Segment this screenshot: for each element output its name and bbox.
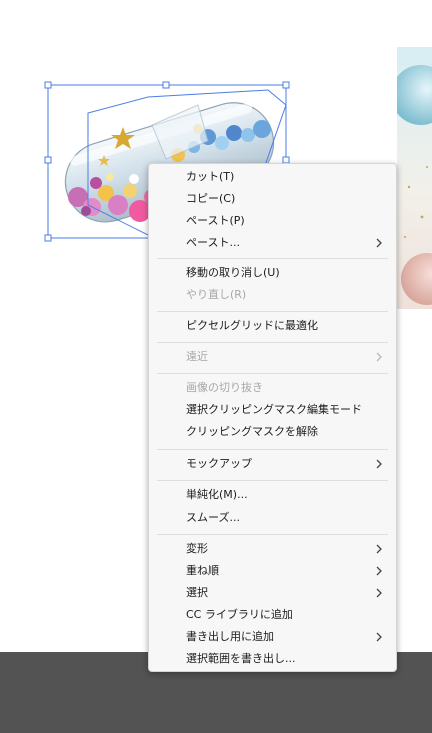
- menu-separator: [157, 449, 388, 450]
- menu-item-undo-move[interactable]: 移動の取り消し(U): [149, 262, 396, 284]
- resize-handle-top[interactable]: [162, 81, 170, 89]
- resize-handle-left[interactable]: [44, 156, 52, 164]
- menu-item-export-selection[interactable]: 選択範囲を書き出し...: [149, 648, 396, 670]
- menu-item-add-to-export[interactable]: 書き出し用に追加: [149, 626, 396, 648]
- menu-item-paste-submenu[interactable]: ペースト...: [149, 232, 396, 254]
- menu-item-select[interactable]: 選択: [149, 582, 396, 604]
- menu-item-label: ペースト(P): [186, 214, 245, 227]
- menu-item-perspective: 遠近: [149, 346, 396, 368]
- chevron-right-icon: [376, 459, 382, 469]
- menu-item-edit-clipping-mask[interactable]: 選択クリッピングマスク編集モード: [149, 399, 396, 421]
- menu-item-label: モックアップ: [186, 457, 252, 470]
- resize-handle-top-left[interactable]: [44, 81, 52, 89]
- menu-item-redo: やり直し(R): [149, 284, 396, 306]
- chevron-right-icon: [376, 632, 382, 642]
- menu-item-label: カット(T): [186, 170, 235, 183]
- menu-item-cut[interactable]: カット(T): [149, 166, 396, 188]
- menu-item-label: 画像の切り抜き: [186, 381, 263, 394]
- menu-item-simplify[interactable]: 単純化(M)...: [149, 484, 396, 506]
- menu-item-label: 単純化(M)...: [186, 488, 248, 501]
- menu-separator: [157, 373, 388, 374]
- menu-item-label: 変形: [186, 542, 208, 555]
- resize-handle-bottom-left[interactable]: [44, 234, 52, 242]
- menu-separator: [157, 534, 388, 535]
- chevron-right-icon: [376, 588, 382, 598]
- menu-item-label: 選択範囲を書き出し...: [186, 652, 296, 665]
- menu-item-label: クリッピングマスクを解除: [186, 425, 318, 438]
- menu-item-label: 重ね順: [186, 564, 219, 577]
- menu-item-label: CC ライブラリに追加: [186, 608, 293, 621]
- chevron-right-icon: [376, 566, 382, 576]
- menu-item-copy[interactable]: コピー(C): [149, 188, 396, 210]
- menu-item-label: 選択: [186, 586, 208, 599]
- resize-handle-top-right[interactable]: [282, 81, 290, 89]
- menu-item-crop-image: 画像の切り抜き: [149, 377, 396, 399]
- menu-item-label: 書き出し用に追加: [186, 630, 274, 643]
- menu-item-label: ピクセルグリッドに最適化: [186, 319, 318, 332]
- menu-separator: [157, 258, 388, 259]
- chevron-right-icon: [376, 352, 382, 362]
- chevron-right-icon: [376, 544, 382, 554]
- menu-item-smooth[interactable]: スムーズ...: [149, 507, 396, 529]
- menu-item-add-to-cc-libraries[interactable]: CC ライブラリに追加: [149, 604, 396, 626]
- menu-item-label: やり直し(R): [186, 288, 247, 301]
- menu-item-label: スムーズ...: [186, 511, 240, 524]
- menu-item-arrange[interactable]: 重ね順: [149, 560, 396, 582]
- menu-item-paste[interactable]: ペースト(P): [149, 210, 396, 232]
- chevron-right-icon: [376, 238, 382, 248]
- menu-item-label: 移動の取り消し(U): [186, 266, 280, 279]
- menu-separator: [157, 342, 388, 343]
- menu-item-label: ペースト...: [186, 236, 240, 249]
- menu-separator: [157, 480, 388, 481]
- menu-separator: [157, 311, 388, 312]
- menu-item-pixel-grid-optimize[interactable]: ピクセルグリッドに最適化: [149, 315, 396, 337]
- menu-item-mockup[interactable]: モックアップ: [149, 453, 396, 475]
- menu-item-release-clipping-mask[interactable]: クリッピングマスクを解除: [149, 421, 396, 443]
- menu-item-label: 選択クリッピングマスク編集モード: [186, 403, 362, 416]
- menu-item-transform[interactable]: 変形: [149, 538, 396, 560]
- menu-item-label: 遠近: [186, 350, 208, 363]
- menu-item-label: コピー(C): [186, 192, 236, 205]
- context-menu: カット(T) コピー(C) ペースト(P) ペースト... 移動の取り消し(U)…: [148, 163, 397, 672]
